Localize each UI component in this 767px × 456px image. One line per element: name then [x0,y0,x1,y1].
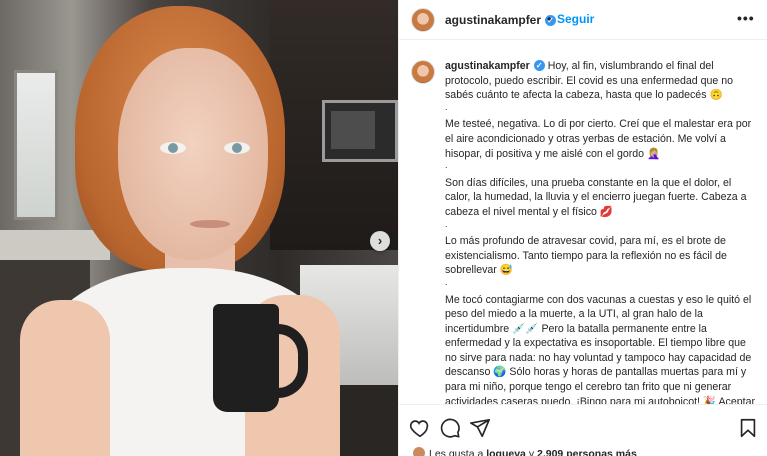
post-caption: agustinakampfer ✓ Hoy, al fin, vislumbran… [399,52,767,404]
header-username[interactable]: agustinakampfer ✓ [445,13,557,27]
photo-eye-left [160,142,186,154]
caption-separator: . [445,101,448,112]
post-panel: agustinakampfer ✓ • Seguir ••• agustinaka… [398,0,767,456]
username-text[interactable]: agustinakampfer [445,13,541,27]
photo-arm-left [20,300,110,456]
comment-icon[interactable] [439,417,461,439]
bookmark-icon[interactable] [737,417,759,439]
caption-paragraph: Me testeé, negativa. Lo di por cierto. C… [445,118,752,160]
caption-paragraph: Me tocó contagiarme con dos vacunas a cu… [445,293,755,405]
caption-separator: . [445,160,448,171]
caption-separator: . [445,276,448,287]
likes-summary: Les gusta a loqueva y 2.909 personas más [413,447,637,456]
likes-conj: y [528,448,535,456]
liker-avatar[interactable] [413,447,425,456]
next-photo-button[interactable]: › [370,231,390,251]
likes-prefix: Les gusta a [429,448,484,456]
caption-username[interactable]: agustinakampfer [445,60,530,72]
photo-eye-right [224,142,250,154]
caption-paragraph: agustinakampfer ✓ Hoy, al fin, vislumbran… [445,59,758,103]
follow-button[interactable]: Seguir [557,12,594,26]
avatar[interactable] [411,8,435,32]
photo-face [118,48,268,260]
photo-left-counter [0,230,110,260]
action-bar: Les gusta a loqueva y 2.909 personas más [399,404,767,456]
post-header: agustinakampfer ✓ • Seguir ••• [399,0,767,40]
caption-separator: . [445,218,448,229]
likes-count[interactable]: 2.909 personas más [537,448,637,456]
send-icon[interactable] [469,417,491,439]
caption-avatar[interactable] [411,60,435,84]
caption-paragraph: Son días difíciles, una prueba constante… [445,176,747,218]
photo-mug [213,304,279,412]
photo-mouth [190,220,230,228]
more-options-icon[interactable]: ••• [737,10,755,26]
photo-microwave [322,100,398,162]
caption-paragraph: Lo más profundo de atravesar covid, para… [445,235,727,277]
post-photo[interactable]: › [0,0,398,456]
liker-username[interactable]: loqueva [486,448,526,456]
caption-text: agustinakampfer ✓ Hoy, al fin, vislumbran… [445,59,758,404]
header-separator: • [547,12,552,26]
heart-icon[interactable] [409,417,431,439]
photo-window [14,70,58,220]
verified-badge-icon: ✓ [533,60,545,71]
